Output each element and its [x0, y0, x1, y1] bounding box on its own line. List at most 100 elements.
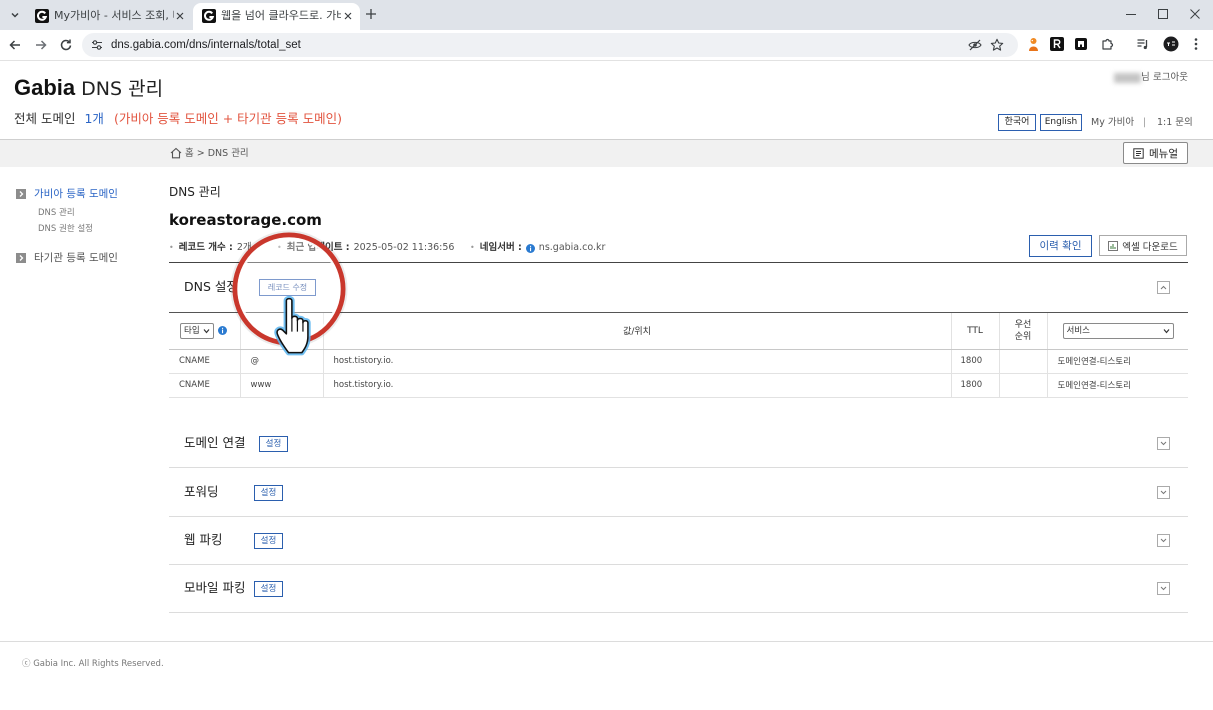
tab-title: 웹을 넘어 클라우드로. 가비아 [221, 9, 341, 22]
service-select[interactable]: 서비스 [1062, 322, 1174, 339]
bookmark-extension-icon[interactable] [1074, 37, 1088, 51]
forward-arrow-icon[interactable] [34, 38, 48, 52]
header-priority-line1: 우선 [1014, 319, 1032, 330]
puzzle-extensions-icon[interactable] [1101, 37, 1115, 51]
updated-value: 2025-05-02 11:36:56 [353, 242, 455, 253]
info-icon[interactable] [218, 326, 227, 336]
total-description: (가비아 등록 도메인 + 타기관 등록 도메인) [113, 111, 343, 126]
my-gabia-link[interactable]: My 가비아 [1091, 117, 1134, 129]
blurred-username [1114, 73, 1141, 83]
nameserver-label: 네임서버 : [479, 242, 522, 253]
cell-value: host.tistory.io. [322, 373, 951, 398]
table-row: CNAME www host.tistory.io. 1800 도메인연결-티스… [169, 373, 1188, 398]
domain-total: 전체 도메인 1개 (가비아 등록 도메인 + 타기관 등록 도메인) [14, 111, 342, 127]
table-row: CNAME @ host.tistory.io. 1800 도메인연결-티스토리 [169, 349, 1188, 374]
new-tab-plus-icon[interactable] [365, 8, 377, 20]
minimize-icon[interactable] [1125, 8, 1137, 20]
eye-slash-icon[interactable] [968, 38, 982, 52]
cell-type: CNAME [169, 373, 240, 398]
bookmark-star-icon[interactable] [990, 38, 1004, 52]
tab-search-button[interactable] [6, 6, 23, 23]
section-forwarding-title: 포워딩 [184, 484, 219, 499]
sidebar-subitem-dns-permission[interactable]: DNS 권한 설정 [38, 224, 93, 235]
lang-en-button[interactable]: English [1040, 114, 1082, 131]
type-select[interactable]: 타입 [180, 322, 214, 339]
section-divider [169, 564, 1188, 565]
header-priority: 우선 순위 [998, 313, 1047, 350]
cell-ttl: 1800 [950, 373, 999, 398]
close-icon[interactable] [342, 10, 354, 22]
excel-download-label: 엑셀 다운로드 [1122, 241, 1178, 253]
lang-ko-button[interactable]: 한국어 [998, 114, 1036, 131]
chevron-down-icon [10, 12, 19, 18]
chevron-right-icon [19, 191, 24, 197]
cell-type: CNAME [169, 349, 240, 374]
cell-value: host.tistory.io. [322, 349, 951, 374]
kebab-menu-icon[interactable] [1192, 37, 1200, 51]
hand-pointer-cursor-icon [274, 295, 311, 356]
main-page-title: DNS 관리 [169, 185, 221, 199]
chevron-down-icon [1163, 328, 1169, 334]
gabia-favicon-icon [202, 9, 216, 23]
r-extension-icon[interactable] [1050, 37, 1064, 51]
header-value: 값/위치 [322, 313, 951, 350]
domain-name: koreastorage.com [169, 211, 322, 229]
site-info-tune-icon[interactable] [91, 39, 103, 51]
info-icon[interactable] [525, 243, 535, 253]
inquiry-link[interactable]: 1:1 문의 [1157, 117, 1193, 129]
cell-service: 도메인연결-티스토리 [1046, 349, 1188, 374]
excel-download-button[interactable]: 엑셀 다운로드 [1099, 235, 1187, 256]
forwarding-settings-button[interactable]: 설정 [254, 485, 283, 501]
cell-host: www [239, 373, 323, 398]
cell-service: 도메인연결-티스토리 [1046, 373, 1188, 398]
page-brand-title: Gabia DNS 관리 [14, 74, 163, 101]
record-count-label: 레코드 개수 : [178, 242, 233, 253]
web-parking-settings-button[interactable]: 설정 [254, 533, 283, 549]
breadcrumb-home[interactable]: 홈 [185, 148, 194, 160]
web-parking-expand-button[interactable] [1157, 534, 1170, 547]
mobile-parking-settings-button[interactable]: 설정 [254, 581, 283, 597]
breadcrumb-separator: > [196, 148, 205, 159]
tab-my-gabia[interactable]: My가비아 - 서비스 조회, 비용 [26, 3, 192, 30]
mobile-parking-expand-button[interactable] [1157, 582, 1170, 595]
sidebar-toggle-gabia[interactable] [16, 189, 26, 199]
domain-connect-settings-button[interactable]: 설정 [259, 436, 288, 452]
chevron-down-icon [1160, 441, 1167, 446]
url-text[interactable]: dns.gabia.com/dns/internals/total_set [111, 38, 301, 52]
section-mobile-parking-title: 모바일 파킹 [184, 580, 246, 595]
chevron-up-icon [1160, 285, 1167, 290]
header-service: 서비스 [1046, 313, 1188, 350]
cell-priority [998, 349, 1047, 374]
section-web-parking-title: 웹 파킹 [184, 532, 223, 547]
domain-connect-expand-button[interactable] [1157, 437, 1170, 450]
window-close-icon[interactable] [1189, 8, 1201, 20]
logout-link[interactable]: 로그아웃 [1153, 72, 1188, 84]
chevron-down-icon [203, 328, 210, 334]
sidebar-subitem-dns[interactable]: DNS 관리 [38, 208, 75, 219]
media-controls-icon[interactable] [1136, 37, 1150, 51]
footer-copyright: ⓒ Gabia Inc. All Rights Reserved. [22, 659, 164, 669]
sidebar-toggle-other[interactable] [16, 253, 26, 263]
dns-collapse-button[interactable] [1157, 281, 1170, 294]
forwarding-expand-button[interactable] [1157, 486, 1170, 499]
bullet: • [470, 243, 475, 252]
section-divider [169, 612, 1188, 613]
home-icon[interactable] [170, 147, 182, 159]
reload-icon[interactable] [59, 38, 73, 52]
brand-logo[interactable]: Gabia [14, 75, 75, 101]
chart-icon [1108, 240, 1119, 251]
back-arrow-icon[interactable] [8, 38, 22, 52]
tab-title: My가비아 - 서비스 조회, 비용 [54, 9, 174, 22]
sidebar-item-other-domains[interactable]: 타기관 등록 도메인 [34, 251, 118, 265]
total-count[interactable]: 1개 [84, 111, 103, 127]
orange-extension-icon[interactable] [1026, 37, 1041, 52]
close-icon[interactable] [174, 10, 186, 22]
sidebar-item-gabia-domains[interactable]: 가비아 등록 도메인 [34, 187, 118, 201]
manual-button[interactable]: 메뉴얼 [1123, 142, 1188, 164]
breadcrumb: 홈 > DNS 관리 [185, 148, 249, 160]
tab-dns[interactable]: 웹을 넘어 클라우드로. 가비아 [193, 3, 360, 30]
chevron-down-icon [1160, 586, 1167, 591]
history-button[interactable]: 이력 확인 [1029, 235, 1092, 257]
maximize-icon[interactable] [1157, 8, 1169, 20]
profile-avatar-icon[interactable] [1163, 36, 1179, 52]
